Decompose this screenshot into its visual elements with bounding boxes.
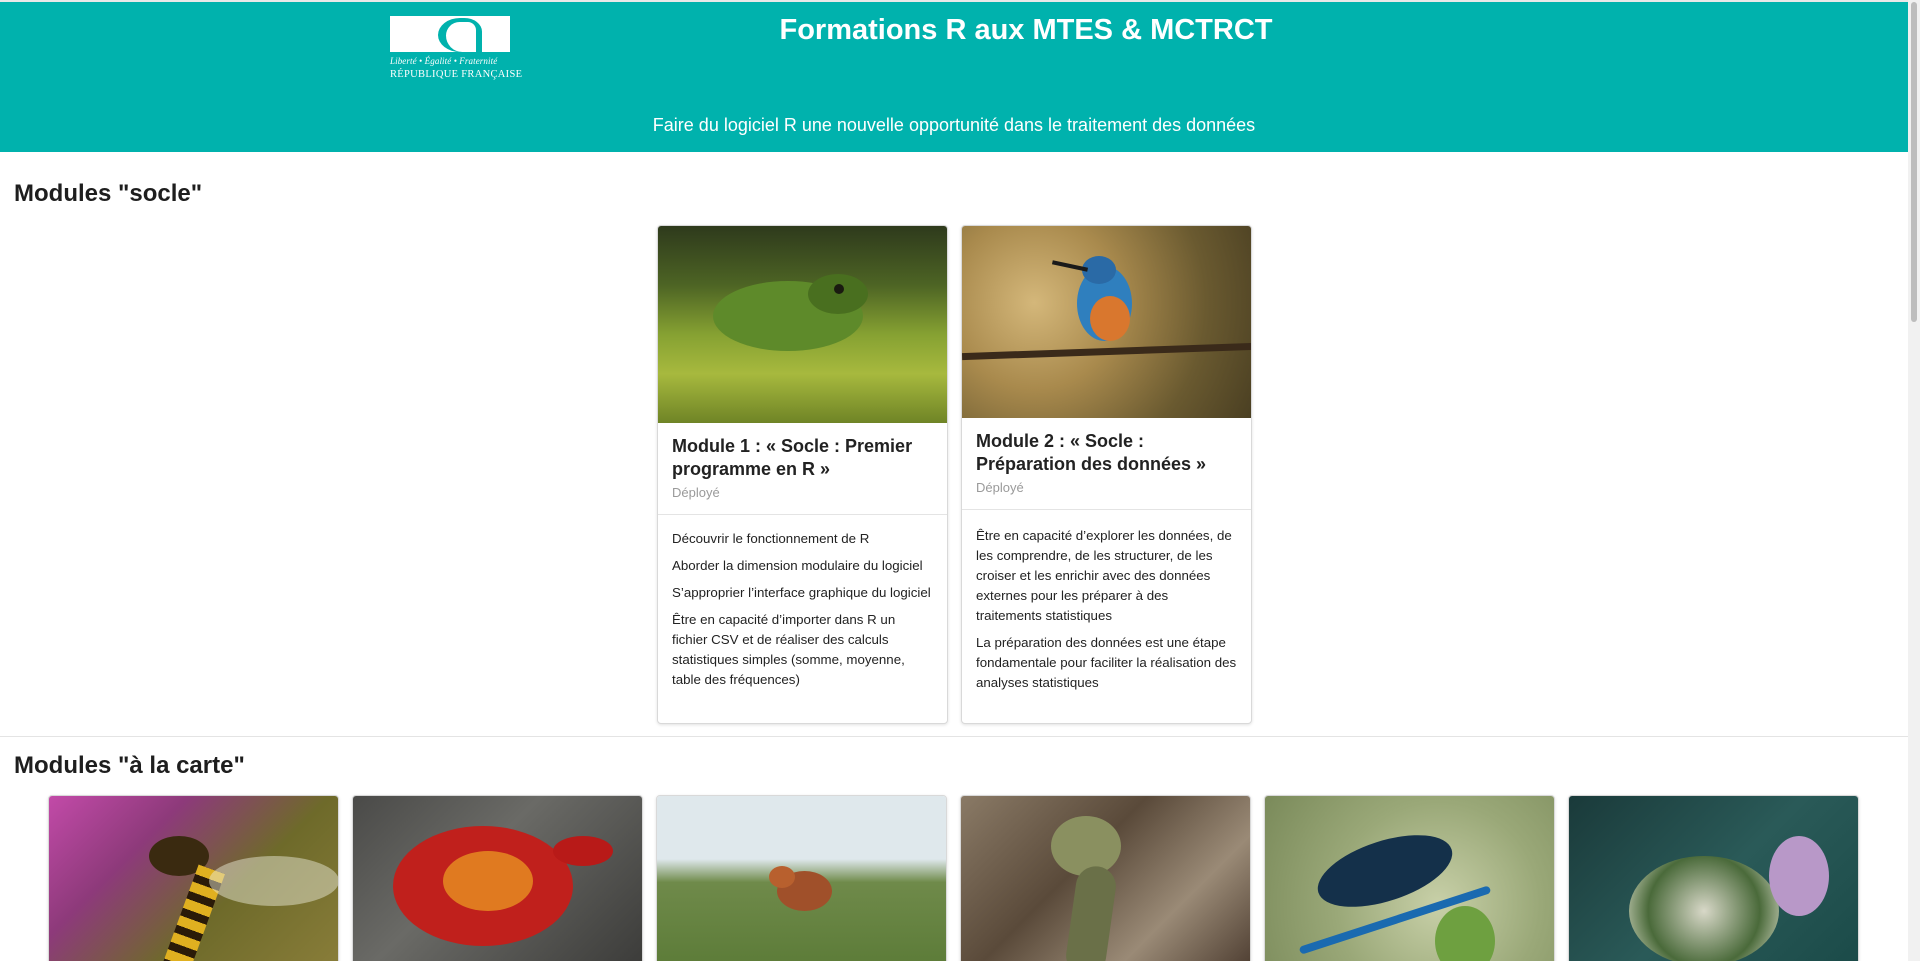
module-card-carte-6[interactable]: [1568, 795, 1859, 961]
module-card-carte-5[interactable]: [1264, 795, 1555, 961]
card-point: Aborder la dimension modulaire du logici…: [672, 558, 923, 573]
card-point: Être en capacité d’explorer les données,…: [976, 528, 1232, 623]
site-title: Formations R aux MTES & MCTRCT: [779, 14, 1273, 46]
card-body: Être en capacité d’explorer les données,…: [962, 510, 1251, 708]
scrollbar-thumb[interactable]: [1911, 2, 1917, 322]
snake-photo: [961, 796, 1250, 961]
card-body: Découvrir le fonctionnement de R Aborder…: [658, 515, 947, 705]
module-card-carte-4[interactable]: [960, 795, 1251, 961]
crab-photo: [353, 796, 642, 961]
butterfly-photo: [1569, 796, 1858, 961]
card-point: La préparation des données est une étape…: [976, 635, 1237, 690]
status-label: Déployé: [976, 480, 1024, 495]
card-title[interactable]: Module 2 : « Socle : Préparation des don…: [976, 430, 1237, 476]
card-header: Module 2 : « Socle : Préparation des don…: [962, 418, 1251, 510]
site-subtitle: Faire du logiciel R une nouvelle opportu…: [652, 115, 1256, 135]
site-header: Liberté • Égalité • Fraternité RÉPUBLIQU…: [0, 2, 1908, 152]
card-point: S’approprier l’interface graphique du lo…: [672, 585, 931, 600]
status-label: Déployé: [672, 485, 720, 500]
logo-republic: RÉPUBLIQUE FRANÇAISE: [390, 69, 523, 80]
kingfisher-photo: [962, 226, 1251, 418]
section-divider: [0, 736, 1908, 737]
page-scrollbar[interactable]: [1908, 0, 1920, 961]
section-title-socle: Modules "socle": [14, 180, 203, 207]
module-card-carte-2[interactable]: [352, 795, 643, 961]
damselfly-photo: [1265, 796, 1554, 961]
module-card-2[interactable]: Module 2 : « Socle : Préparation des don…: [961, 225, 1252, 724]
frog-photo: [658, 226, 947, 423]
fox-photo: [657, 796, 946, 961]
card-point: Être en capacité d’importer dans R un fi…: [672, 612, 905, 687]
hoverfly-photo: [49, 796, 338, 961]
module-card-carte-3[interactable]: [656, 795, 947, 961]
logo-motto: Liberté • Égalité • Fraternité: [390, 56, 498, 66]
module-card-carte-1[interactable]: [48, 795, 339, 961]
card-header: Module 1 : « Socle : Premier programme e…: [658, 423, 947, 515]
section-title-carte: Modules "à la carte": [14, 752, 245, 779]
module-card-1[interactable]: Module 1 : « Socle : Premier programme e…: [657, 225, 948, 724]
card-point: Découvrir le fonctionnement de R: [672, 531, 870, 546]
card-title[interactable]: Module 1 : « Socle : Premier programme e…: [672, 435, 933, 481]
